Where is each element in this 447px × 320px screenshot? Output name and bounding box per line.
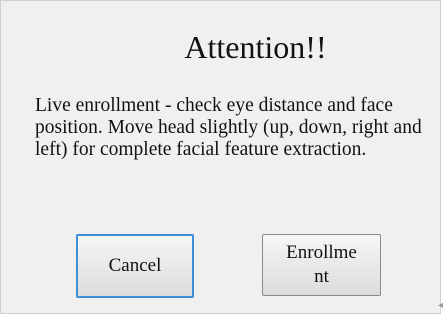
dialog-message: Live enrollment - check eye distance and… — [35, 95, 422, 160]
cancel-button[interactable]: Cancel — [76, 234, 194, 298]
enrollment-button[interactable]: Enrollme nt — [262, 234, 381, 296]
resize-grip-icon[interactable]: ◂ — [438, 301, 444, 311]
enrollment-button-label-line2: nt — [314, 266, 329, 287]
attention-dialog: Attention!! Live enrollment - check eye … — [0, 0, 441, 314]
dialog-title: Attention!! — [184, 29, 327, 65]
enrollment-button-label-line1: Enrollme — [286, 242, 357, 263]
